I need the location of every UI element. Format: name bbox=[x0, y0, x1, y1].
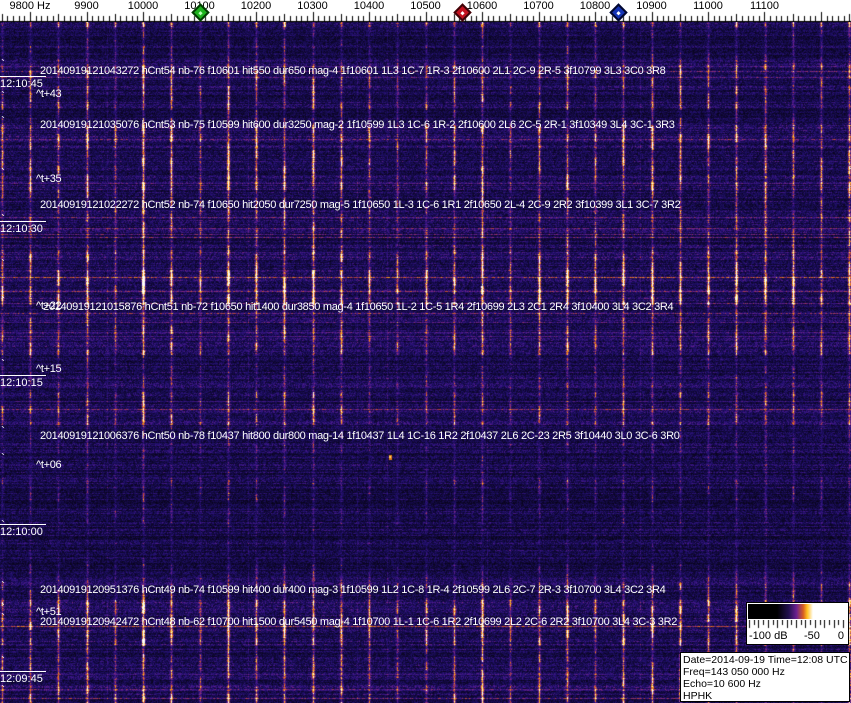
left-edge-event-mark: ` bbox=[1, 518, 5, 532]
marker-center-dot bbox=[616, 10, 621, 15]
info-station-id: HPHK bbox=[683, 690, 713, 702]
spectrogram-monitor-window: 9800 Hz990010000101001020010300104001050… bbox=[0, 0, 851, 703]
left-edge-event-mark: ` bbox=[1, 654, 5, 668]
detection-log-line: 20140919121015876 hCnt51 nb-72 f10650 hi… bbox=[43, 301, 674, 313]
time-text: 12:10:30 bbox=[0, 223, 43, 235]
left-edge-event-mark: ` bbox=[1, 257, 5, 271]
freq-tick-label: 10700 bbox=[523, 0, 554, 12]
info-frequency: Freq=143 050 000 Hz bbox=[683, 666, 785, 678]
detection-log-line: 20140919121006376 hCnt50 nb-78 f10437 hi… bbox=[40, 430, 680, 442]
time-offset-label: ^t+22 bbox=[36, 300, 62, 312]
time-axis-label: 12:10:15 bbox=[0, 375, 46, 389]
left-edge-event-mark: ` bbox=[1, 357, 5, 371]
time-tick-line bbox=[0, 375, 46, 376]
db-legend-labels: -100 dB -50 0 bbox=[749, 630, 845, 643]
left-edge-event-mark: ` bbox=[1, 451, 5, 465]
time-axis-label: 12:10:00 bbox=[0, 524, 46, 538]
freq-tick-label: 9800 Hz bbox=[9, 0, 51, 12]
db-gradient-bar bbox=[748, 604, 845, 619]
left-edge-event-mark: ` bbox=[1, 114, 5, 128]
info-date-time: Date=2014-09-19 Time=12:08 UTC bbox=[683, 654, 848, 666]
time-tick-line bbox=[0, 221, 46, 222]
detection-log-line: 20140919121022272 hCnt52 nb-74 f10650 hi… bbox=[40, 199, 681, 211]
detection-log-line: 20140919120942472 hCnt48 nb-62 f10700 hi… bbox=[40, 616, 678, 628]
left-edge-event-mark: ` bbox=[1, 57, 5, 71]
status-info-box: Date=2014-09-19 Time=12:08 UTC Freq=143 … bbox=[680, 652, 850, 702]
detection-log-line: 20140919121035076 hCnt53 nb-75 f10599 hi… bbox=[40, 119, 675, 131]
time-tick-line bbox=[0, 671, 46, 672]
left-edge-event-mark: ` bbox=[1, 294, 5, 308]
detection-log-line: 20140919120951376 hCnt49 nb-74 f10599 hi… bbox=[40, 584, 666, 596]
frequency-ruler: 9800 Hz990010000101001020010300104001050… bbox=[0, 0, 851, 22]
freq-tick-label: 10600 bbox=[466, 0, 498, 12]
left-edge-event-mark: ` bbox=[1, 166, 5, 180]
left-edge-event-mark: ` bbox=[1, 611, 5, 625]
time-text: 12:09:45 bbox=[0, 673, 43, 685]
left-edge-event-mark: ` bbox=[1, 89, 5, 103]
left-edge-event-mark: ` bbox=[1, 683, 5, 697]
time-offset-label: ^t+15 bbox=[36, 363, 62, 375]
time-text: 12:10:00 bbox=[0, 526, 43, 538]
freq-tick-label: 10800 bbox=[579, 0, 611, 12]
marker-center-dot bbox=[460, 10, 465, 15]
time-offset-label: ^t+43 bbox=[36, 88, 62, 100]
freq-tick-label: 11000 bbox=[693, 0, 723, 12]
time-axis-label: 12:10:30 bbox=[0, 221, 46, 235]
time-tick-line bbox=[0, 76, 46, 77]
db-color-legend: -100 dB -50 0 bbox=[746, 602, 849, 645]
freq-tick-label: 9900 bbox=[74, 0, 99, 12]
marker-center-dot bbox=[198, 10, 203, 15]
time-axis-label: 12:09:45 bbox=[0, 671, 46, 685]
db-label-max: 0 bbox=[837, 630, 844, 642]
freq-tick-label: 10900 bbox=[636, 0, 667, 12]
left-edge-event-mark: ` bbox=[1, 212, 5, 226]
time-offset-label: ^t+51 bbox=[36, 606, 62, 618]
freq-tick-label: 11100 bbox=[750, 0, 779, 12]
db-label-mid: -50 bbox=[804, 630, 820, 642]
time-axis-label: 12:10:45 bbox=[0, 76, 46, 90]
time-offset-label: ^t+35 bbox=[36, 173, 62, 185]
db-legend-ticks bbox=[748, 620, 845, 629]
db-label-min: -100 dB bbox=[749, 630, 788, 642]
info-echo-frequency: Echo=10 600 Hz bbox=[683, 678, 761, 690]
freq-tick-label: 10200 bbox=[240, 0, 272, 12]
freq-tick-label: 10500 bbox=[410, 0, 441, 12]
freq-tick-label: 10300 bbox=[297, 0, 328, 12]
left-edge-event-mark: ` bbox=[1, 579, 5, 593]
freq-tick-label: 10400 bbox=[353, 0, 385, 12]
time-text: 12:10:45 bbox=[0, 78, 43, 90]
detection-log-line: 20140919121043272 hCnt54 nb-76 f10601 hi… bbox=[40, 65, 666, 77]
time-text: 12:10:15 bbox=[0, 377, 43, 389]
time-offset-label: ^t+06 bbox=[36, 459, 62, 471]
freq-tick-label: 10000 bbox=[127, 0, 159, 12]
left-edge-event-mark: ` bbox=[1, 424, 5, 438]
time-tick-line bbox=[0, 524, 46, 525]
